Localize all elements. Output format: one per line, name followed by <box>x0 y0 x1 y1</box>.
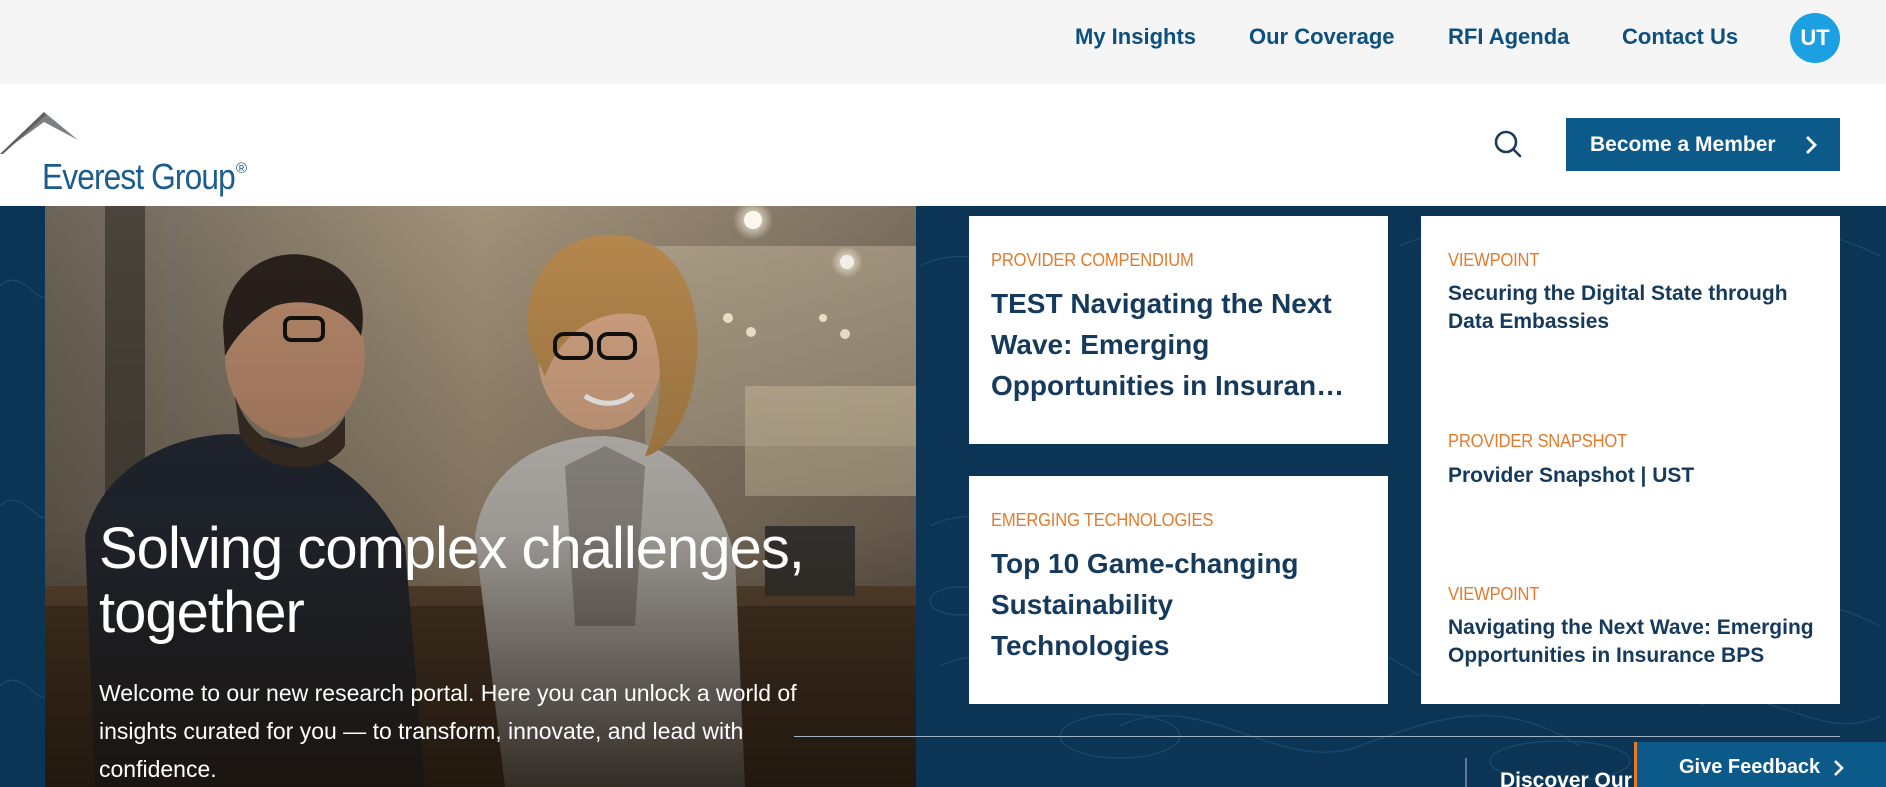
everest-group-logo[interactable]: Everest Group ® <box>0 106 260 197</box>
list-item-category[interactable]: VIEWPOINT <box>1448 584 1539 605</box>
hero-title: Solving complex challenges, together <box>99 516 805 645</box>
nav-my-insights[interactable]: My Insights <box>1075 24 1196 50</box>
chevron-right-icon <box>1834 760 1844 776</box>
featured-card-1[interactable]: PROVIDER COMPENDIUM TEST Navigating the … <box>969 216 1388 444</box>
mountain-logo-icon <box>0 112 78 154</box>
card-title[interactable]: TEST Navigating the Next Wave: Emerging … <box>991 283 1371 406</box>
utility-bar: My Insights Our Coverage RFI Agenda Cont… <box>0 0 1886 84</box>
user-avatar[interactable]: UT <box>1790 13 1840 63</box>
card-category[interactable]: EMERGING TECHNOLOGIES <box>991 510 1213 531</box>
chevron-right-icon <box>1806 136 1817 154</box>
logo-wordmark: Everest Group <box>42 156 236 197</box>
become-member-label: Become a Member <box>1590 132 1776 156</box>
list-item-title[interactable]: Provider Snapshot | UST <box>1448 462 1828 490</box>
insights-list-card: VIEWPOINT Securing the Digital State thr… <box>1421 216 1840 704</box>
nav-rfi-agenda[interactable]: RFI Agenda <box>1448 24 1569 50</box>
nav-contact-us[interactable]: Contact Us <box>1622 24 1738 50</box>
hero-divider <box>794 736 1840 737</box>
hero-subtitle: Welcome to our new research portal. Here… <box>99 680 797 782</box>
main-header: Everest Group ® Become a Member <box>0 84 1886 238</box>
nav-our-coverage[interactable]: Our Coverage <box>1249 24 1395 50</box>
give-feedback-button[interactable]: Give Feedback <box>1634 742 1886 787</box>
discover-link[interactable]: Discover Our <box>1500 769 1632 787</box>
become-member-button[interactable]: Become a Member <box>1566 118 1840 171</box>
search-icon[interactable] <box>1492 128 1526 162</box>
list-item-category[interactable]: VIEWPOINT <box>1448 250 1539 271</box>
registered-mark: ® <box>236 160 248 177</box>
list-item-title[interactable]: Securing the Digital State through Data … <box>1448 280 1828 336</box>
card-category[interactable]: PROVIDER COMPENDIUM <box>991 250 1194 271</box>
list-item-category[interactable]: PROVIDER SNAPSHOT <box>1448 431 1627 452</box>
give-feedback-label: Give Feedback <box>1679 756 1821 778</box>
card-title[interactable]: Top 10 Game-changing Sustainability Tech… <box>991 543 1351 666</box>
hero-section: Solving complex challenges, together Wel… <box>0 206 1886 787</box>
list-item-title[interactable]: Navigating the Next Wave: Emerging Oppor… <box>1448 614 1833 670</box>
discover-separator <box>1465 758 1467 787</box>
featured-card-2[interactable]: EMERGING TECHNOLOGIES Top 10 Game-changi… <box>969 476 1388 704</box>
